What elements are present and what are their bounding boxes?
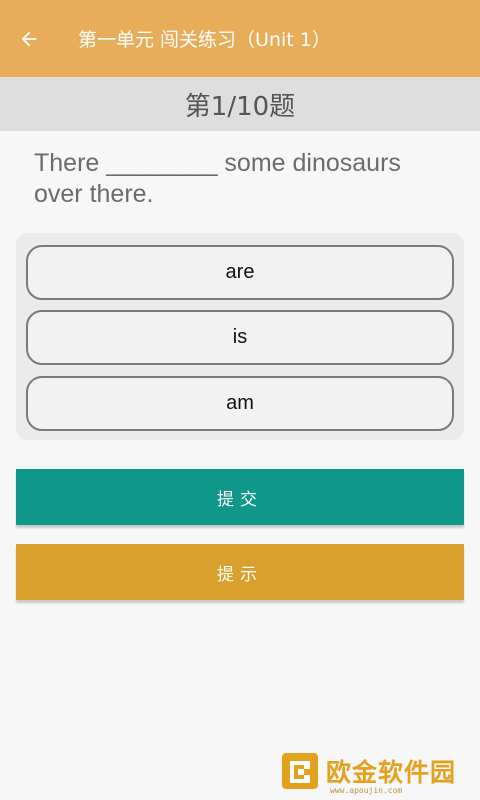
page-title: 第一单元 闯关练习（Unit 1） bbox=[78, 29, 331, 51]
watermark-url: www.apoujin.com bbox=[330, 786, 403, 795]
question-counter: 第1/10题 bbox=[184, 91, 296, 122]
back-button[interactable] bbox=[0, 0, 58, 77]
app-bar: 第一单元 闯关练习（Unit 1） bbox=[0, 0, 480, 77]
question-counter-bar: 第1/10题 bbox=[0, 77, 480, 131]
watermark-logo-icon bbox=[282, 753, 318, 789]
option-am[interactable]: am bbox=[26, 376, 454, 431]
option-is[interactable]: is bbox=[26, 310, 454, 365]
submit-button[interactable]: 提交 bbox=[16, 469, 464, 525]
arrow-left-icon bbox=[21, 31, 37, 46]
option-are[interactable]: are bbox=[26, 245, 454, 300]
hint-button[interactable]: 提示 bbox=[16, 544, 464, 600]
watermark-text: 欧金软件园 bbox=[326, 758, 457, 787]
options-panel: are is am bbox=[16, 233, 464, 440]
question-text: There ________ some dinosaurs over there… bbox=[34, 149, 401, 208]
